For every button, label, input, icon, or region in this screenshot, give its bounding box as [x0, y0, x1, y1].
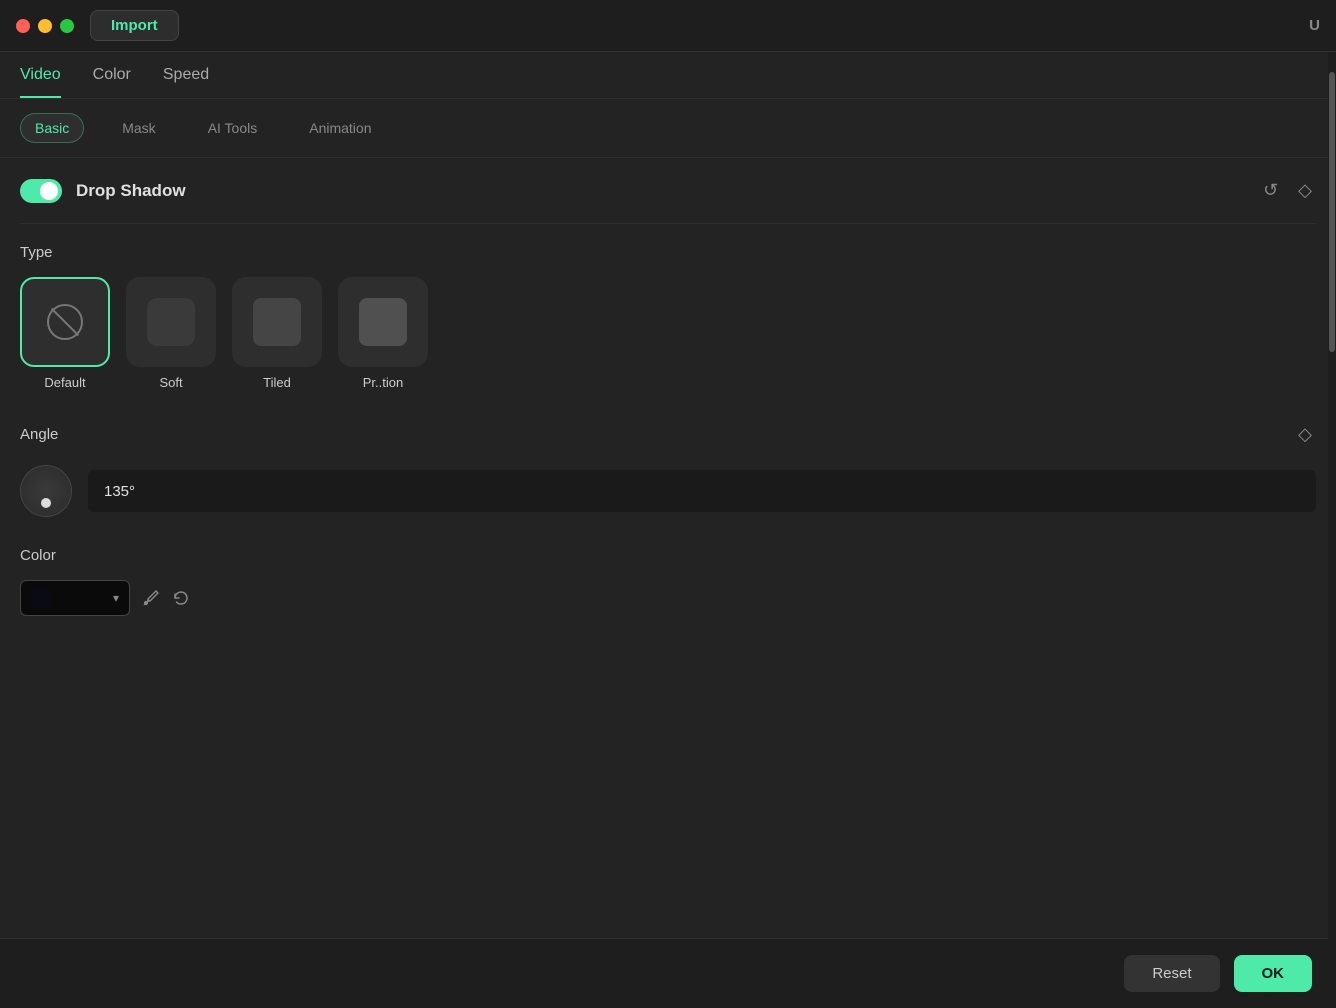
angle-header: Angle ◇	[20, 420, 1316, 449]
type-box-tiled	[232, 277, 322, 367]
type-label-projection: Pr..tion	[363, 375, 403, 390]
type-box-default	[20, 277, 110, 367]
tab-basic[interactable]: Basic	[20, 113, 84, 143]
reset-button[interactable]: Reset	[1124, 955, 1219, 992]
no-sign-icon	[47, 304, 83, 340]
top-tab-bar: Video Color Speed	[0, 52, 1336, 99]
soft-box-visual	[147, 298, 195, 346]
close-button[interactable]	[16, 19, 30, 33]
angle-control: 135°	[20, 465, 1316, 517]
angle-value: 135°	[104, 483, 135, 500]
type-item-soft[interactable]: Soft	[126, 277, 216, 390]
titlebar: Import U	[0, 0, 1336, 52]
tab-video[interactable]: Video	[20, 66, 61, 98]
minimize-button[interactable]	[38, 19, 52, 33]
eyedropper-icon[interactable]	[142, 589, 160, 607]
tab-mask[interactable]: Mask	[108, 114, 169, 142]
type-box-soft	[126, 277, 216, 367]
angle-value-bar[interactable]: 135°	[88, 470, 1316, 512]
type-box-projection	[338, 277, 428, 367]
angle-diamond-icon[interactable]: ◇	[1294, 420, 1316, 449]
header-icons: ↺ ◇	[1259, 176, 1316, 205]
swatch-color-preview	[31, 588, 51, 608]
tab-color[interactable]: Color	[93, 66, 131, 98]
type-label: Type	[20, 244, 1316, 261]
drop-shadow-title: Drop Shadow	[76, 181, 1259, 201]
type-item-default[interactable]: Default	[20, 277, 110, 390]
type-label-tiled: Tiled	[263, 375, 291, 390]
type-grid: Default Soft Tiled	[20, 277, 1316, 390]
color-swatch[interactable]: ▾	[20, 580, 130, 616]
projection-box-visual	[359, 298, 407, 346]
drop-shadow-header: Drop Shadow ↺ ◇	[20, 158, 1316, 224]
tiled-box-visual	[253, 298, 301, 346]
sub-tab-bar: Basic Mask AI Tools Animation	[0, 99, 1336, 158]
color-control: ▾	[20, 580, 1316, 616]
reset-icon[interactable]: ↺	[1259, 176, 1282, 205]
content-area: Drop Shadow ↺ ◇ Type Default	[0, 158, 1336, 938]
color-label: Color	[20, 547, 1316, 564]
type-label-default: Default	[44, 375, 85, 390]
tab-speed[interactable]: Speed	[163, 66, 209, 98]
drop-shadow-toggle[interactable]	[20, 179, 62, 203]
scrollbar-track	[1328, 52, 1336, 1008]
tab-animation[interactable]: Animation	[295, 114, 385, 142]
diamond-icon[interactable]: ◇	[1294, 176, 1316, 205]
window-controls	[16, 19, 74, 33]
maximize-button[interactable]	[60, 19, 74, 33]
color-section: Color ▾	[20, 527, 1316, 626]
bottom-bar: Reset OK	[0, 938, 1336, 1008]
angle-label: Angle	[20, 426, 58, 443]
angle-dial-dot	[41, 498, 51, 508]
import-button[interactable]: Import	[90, 10, 179, 41]
color-reset-icon[interactable]	[172, 589, 190, 607]
type-section: Type Default Soft	[20, 224, 1316, 400]
scrollbar-thumb[interactable]	[1329, 72, 1335, 352]
type-item-tiled[interactable]: Tiled	[232, 277, 322, 390]
tab-ai-tools[interactable]: AI Tools	[194, 114, 272, 142]
right-label: U	[1309, 17, 1320, 34]
type-item-projection[interactable]: Pr..tion	[338, 277, 428, 390]
ok-button[interactable]: OK	[1234, 955, 1313, 992]
swatch-chevron-icon: ▾	[113, 591, 119, 605]
main-panel: Video Color Speed Basic Mask AI Tools An…	[0, 52, 1336, 1008]
angle-section: Angle ◇ 135°	[20, 400, 1316, 527]
angle-dial[interactable]	[20, 465, 72, 517]
type-label-soft: Soft	[159, 375, 182, 390]
